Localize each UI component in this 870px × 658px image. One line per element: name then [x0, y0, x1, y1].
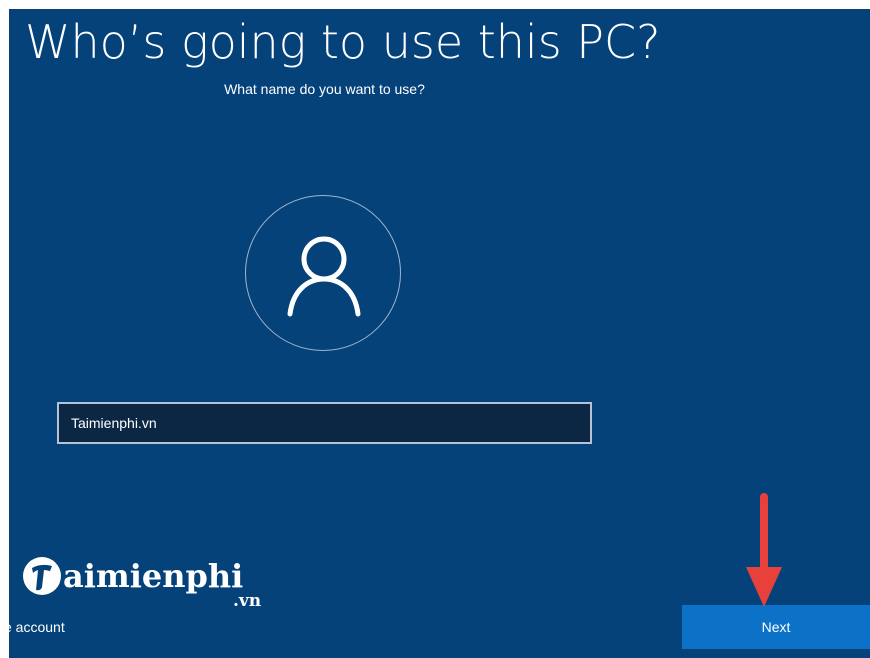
next-button[interactable]: Next — [682, 605, 870, 649]
arrow-down-icon — [746, 493, 782, 607]
avatar — [245, 195, 401, 351]
watermark-logo: aimienphi .vn — [23, 555, 283, 619]
user-name-input[interactable] — [57, 402, 592, 444]
page-subtitle: What name do you want to use? — [224, 81, 425, 97]
page-title: Who’s going to use this PC? — [25, 15, 661, 69]
watermark-tld: .vn — [233, 591, 262, 611]
oobe-screen: Who’s going to use this PC? What name do… — [9, 9, 870, 658]
logo-mark-icon — [23, 557, 61, 595]
account-option-link[interactable]: e account — [9, 619, 65, 635]
watermark-brand: aimienphi — [63, 557, 244, 595]
user-icon — [287, 236, 361, 317]
